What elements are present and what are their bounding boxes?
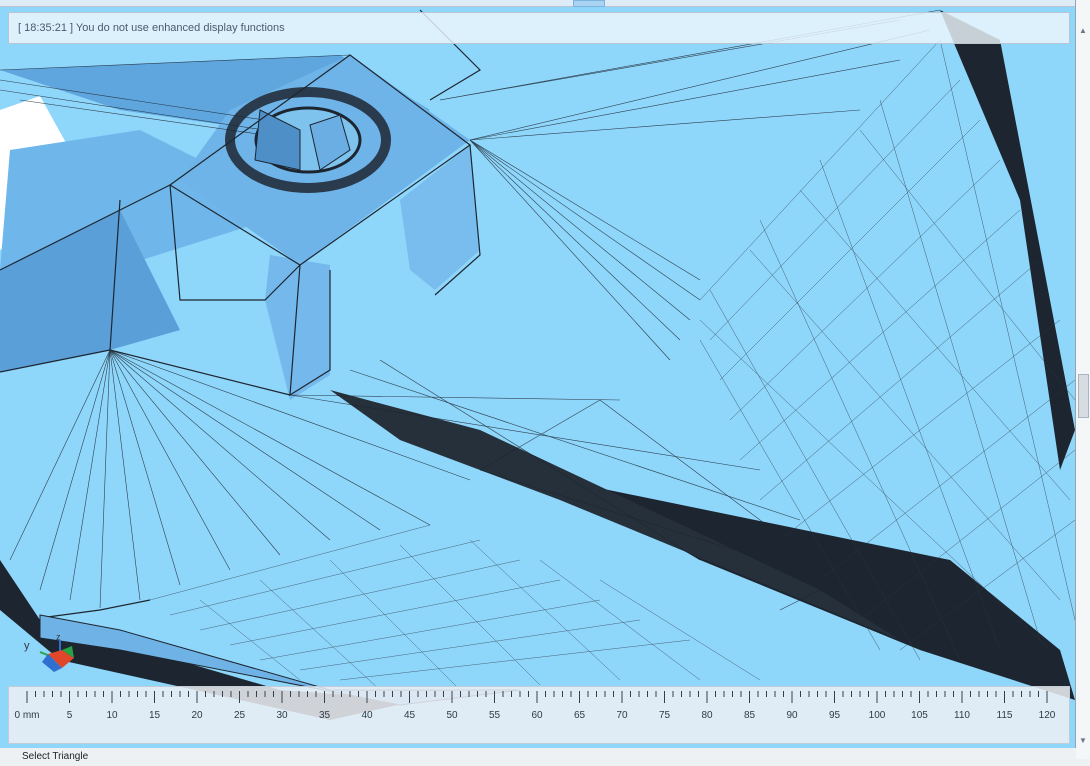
ruler-tick-label: 90 [786,710,798,721]
ruler-tick-label: 40 [361,710,373,721]
measurement-ruler: 0 mm 5 10 15 20 25 30 35 40 45 50 55 60 65 70 75 80 85 90 9… [8,686,1070,744]
ruler-tick-label: 55 [488,710,501,721]
ruler-tick-label: 100 [868,710,886,721]
chevron-down-icon[interactable]: ▼ [1079,736,1087,745]
axis-z-label: z [56,632,61,642]
ruler-tick-label: 115 [996,710,1013,721]
ruler-tick-label: 120 [1038,710,1056,721]
ruler-tick-label: 105 [911,710,928,721]
status-line: Select Triangle [0,748,1075,762]
top-scroll-knob[interactable] [573,0,605,7]
ruler-tick-label: 75 [658,710,671,721]
mesh-rendering [0,0,1075,748]
ruler-tick-label: 50 [446,710,458,721]
scroll-thumb[interactable] [1078,374,1089,418]
ruler-tick-label: 70 [616,710,628,721]
ruler-tick-label: 30 [276,710,288,721]
ruler-tick-label: 65 [573,710,586,721]
3d-viewport[interactable]: [ 18:35:21 ] You do not use enhanced dis… [0,0,1076,748]
ruler-tick-label: 35 [318,710,331,721]
ruler-tick-label: 95 [828,710,841,721]
message-timestamp: [ 18:35:21 ] [18,22,74,34]
ruler-tick-label: 45 [403,710,416,721]
ruler-tick-label: 110 [954,710,970,721]
ruler-tick-label: 5 [66,710,73,721]
ruler-tick-label: 80 [701,710,713,721]
message-bar: [ 18:35:21 ] You do not use enhanced dis… [8,12,1070,44]
ruler-tick-label: 10 [106,710,118,721]
top-scroll-strip[interactable] [0,0,1075,7]
chevron-up-icon[interactable]: ▲ [1079,26,1087,35]
axis-y-label: y [24,640,30,652]
ruler-tick-label: 0 mm [14,710,40,721]
status-text: Select Triangle [22,751,89,762]
ruler-tick-label: 15 [148,710,161,721]
ruler-tick-label: 85 [743,710,756,721]
vertical-scrollbar[interactable]: ▲ ▼ [1076,0,1090,759]
ruler-tick-label: 25 [233,710,246,721]
ruler-tick-label: 20 [191,710,203,721]
axis-orientation-gizmo: y z [20,632,90,678]
ruler-tick-label: 60 [531,710,543,721]
message-text: You do not use enhanced display function… [75,22,285,34]
